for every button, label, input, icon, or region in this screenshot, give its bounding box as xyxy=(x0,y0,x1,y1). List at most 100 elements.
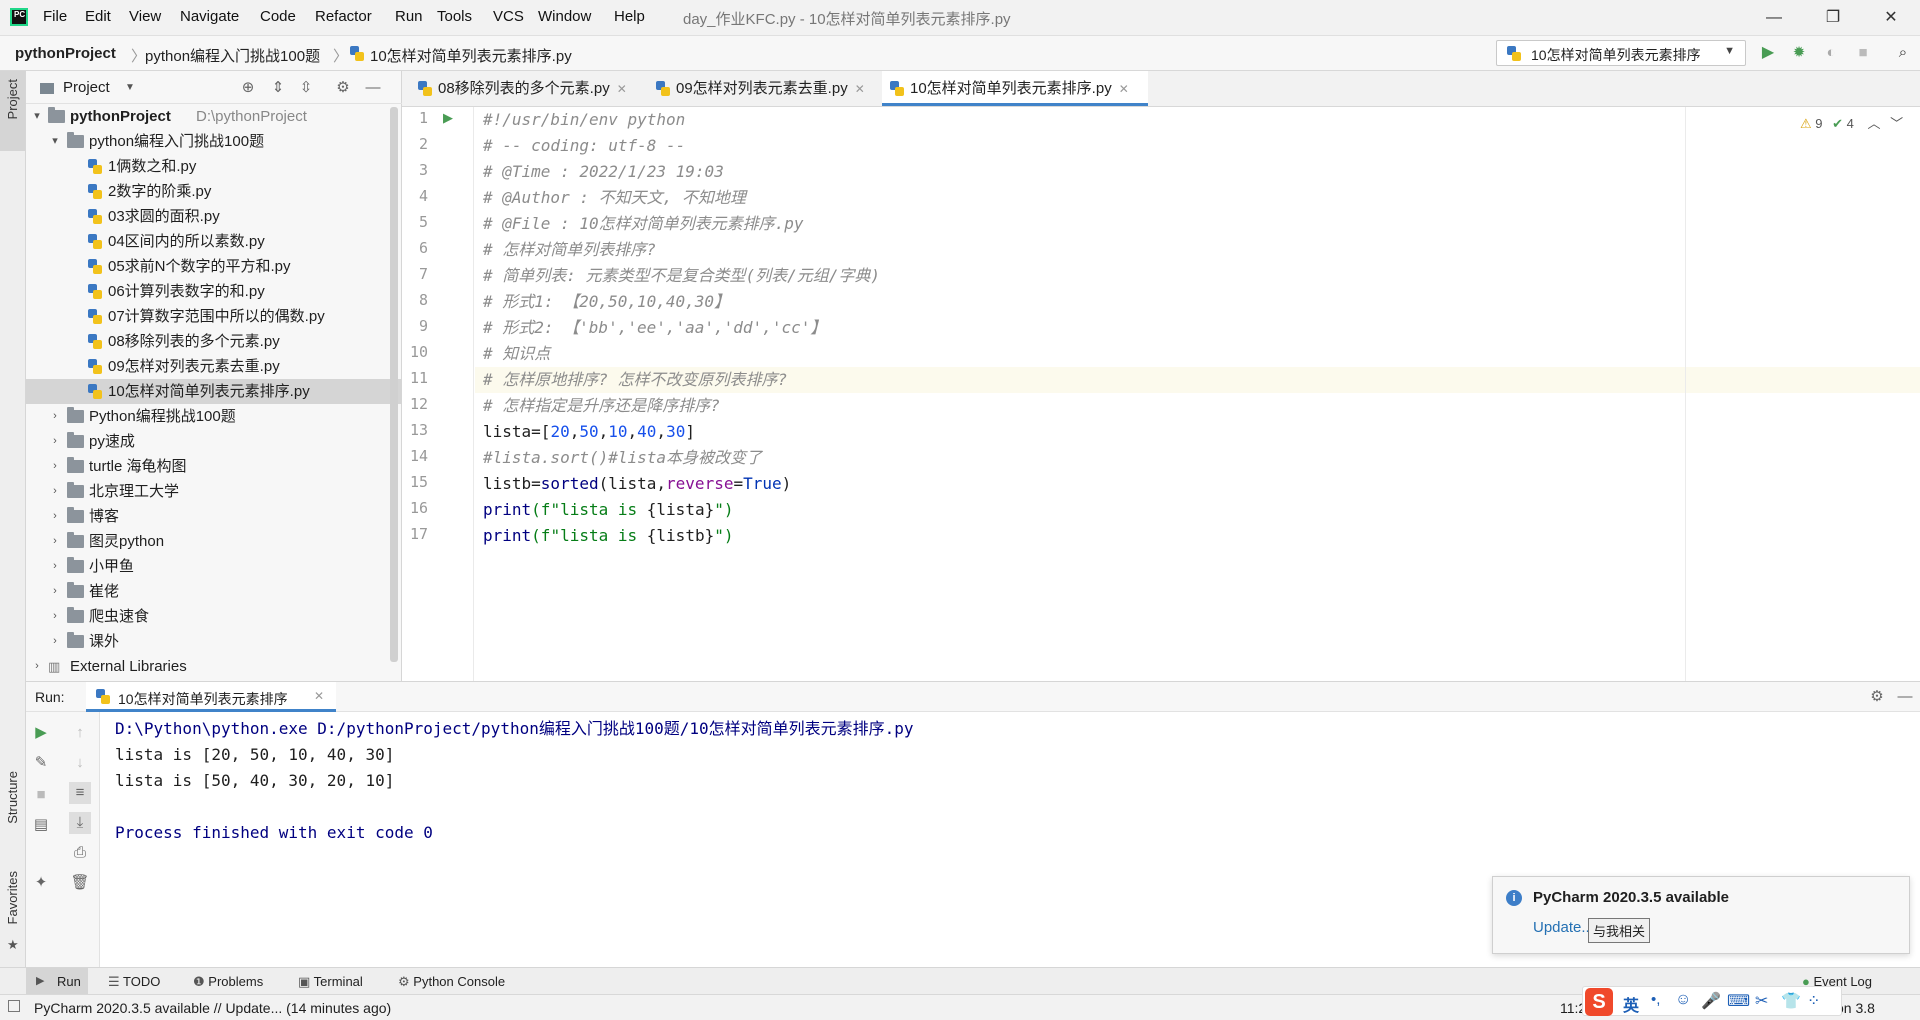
down-arrow-icon[interactable]: ↓ xyxy=(69,752,91,774)
todo-tool-button[interactable]: ☰ TODO xyxy=(108,974,160,990)
chevron-down-icon[interactable]: ▾ xyxy=(48,129,62,154)
close-icon[interactable]: ✕ xyxy=(1868,4,1914,32)
menu-code[interactable]: Code xyxy=(260,8,296,25)
menu-refactor[interactable]: Refactor xyxy=(315,8,372,25)
wrench-icon[interactable]: ✎ xyxy=(30,752,52,774)
collapse-all-icon[interactable]: ⇳ xyxy=(295,77,317,99)
trash-icon[interactable]: 🗑 xyxy=(69,872,91,894)
run-gutter-icon[interactable]: ▶ xyxy=(443,110,453,126)
debug-icon[interactable]: ✹ xyxy=(1788,42,1810,64)
chevron-right-icon[interactable]: › xyxy=(48,429,62,454)
breadcrumb-file[interactable]: 10怎样对简单列表元素排序.py xyxy=(370,45,572,66)
chevron-right-icon[interactable]: › xyxy=(48,404,62,429)
menu-tools[interactable]: Tools xyxy=(437,8,472,25)
chevron-down-icon[interactable]: ▼ xyxy=(125,82,135,93)
print-icon[interactable]: ⎙ xyxy=(69,842,91,864)
search-icon[interactable]: ⌕ xyxy=(1892,42,1914,64)
close-icon[interactable]: ✕ xyxy=(617,82,627,96)
menu-view[interactable]: View xyxy=(129,8,161,25)
menu-run[interactable]: Run xyxy=(395,8,423,25)
inspection-widget[interactable]: ⚠ 9 ✔ 4 ︿ ﹀ xyxy=(1800,113,1903,132)
menu-vcs[interactable]: VCS xyxy=(493,8,524,25)
tree-folder[interactable]: › 博客 xyxy=(26,504,402,529)
update-link[interactable]: Update... xyxy=(1533,919,1594,936)
menu-help[interactable]: Help xyxy=(614,8,645,25)
terminal-tool-button[interactable]: ▣ Terminal xyxy=(298,974,363,990)
tree-file[interactable]: 05求前N个数字的平方和.py xyxy=(26,254,402,279)
chevron-right-icon[interactable]: › xyxy=(48,504,62,529)
chevron-right-icon[interactable]: › xyxy=(48,579,62,604)
menu-edit[interactable]: Edit xyxy=(85,8,111,25)
tree-file[interactable]: 04区间内的所以素数.py xyxy=(26,229,402,254)
chevron-up-icon[interactable]: ︿ xyxy=(1868,116,1881,131)
close-icon[interactable]: ✕ xyxy=(855,82,865,96)
tree-file[interactable]: 08移除列表的多个元素.py xyxy=(26,329,402,354)
layout-icon[interactable]: ▤ xyxy=(30,814,52,836)
hide-panel-icon[interactable]: — xyxy=(362,77,384,99)
coverage-icon[interactable]: ◐ xyxy=(1820,42,1842,64)
punctuation-icon[interactable]: •, xyxy=(1651,991,1660,1008)
tree-file[interactable]: 03求圆的面积.py xyxy=(26,204,402,229)
tools-icon[interactable]: ✂ xyxy=(1755,991,1768,1011)
menu-window[interactable]: Window xyxy=(538,8,591,25)
tree-root[interactable]: ▾ pythonProject D:\pythonProject xyxy=(26,104,402,129)
up-arrow-icon[interactable]: ↑ xyxy=(69,722,91,744)
tree-folder[interactable]: › turtle 海龟构图 xyxy=(26,454,402,479)
grid-icon[interactable]: ⁘ xyxy=(1807,991,1820,1011)
tree-folder[interactable]: › py速成 xyxy=(26,429,402,454)
stop-icon[interactable]: ■ xyxy=(30,784,52,806)
tree-file[interactable]: 07计算数字范围中所以的偶数.py xyxy=(26,304,402,329)
microphone-icon[interactable]: 🎤 xyxy=(1701,991,1721,1011)
chevron-right-icon[interactable]: › xyxy=(48,604,62,629)
rerun-icon[interactable]: ▶ xyxy=(30,722,52,744)
ime-language-toggle[interactable]: 英 xyxy=(1623,992,1639,1016)
chevron-right-icon[interactable]: › xyxy=(48,454,62,479)
minimize-icon[interactable]: — xyxy=(1751,4,1797,32)
close-icon[interactable]: ✕ xyxy=(1119,82,1129,96)
project-tool-tab[interactable]: Project xyxy=(0,71,25,151)
run-tool-button[interactable]: ▶ Run xyxy=(26,968,88,994)
editor-tab[interactable]: 09怎样对列表元素去重.py ✕ xyxy=(648,71,880,106)
favorites-tool-label[interactable]: Favorites xyxy=(5,871,20,924)
scroll-to-end-icon[interactable]: ⤓ xyxy=(69,812,91,834)
tree-folder-open[interactable]: ▾ python编程入门挑战100题 xyxy=(26,129,402,154)
tree-file[interactable]: 1俩数之和.py xyxy=(26,154,402,179)
tree-folder[interactable]: › 课外 xyxy=(26,629,402,654)
hide-panel-icon[interactable]: — xyxy=(1894,686,1916,708)
close-icon[interactable]: ✕ xyxy=(314,689,324,703)
structure-tool-label[interactable]: Structure xyxy=(5,771,20,824)
menu-navigate[interactable]: Navigate xyxy=(180,8,239,25)
sogou-logo-icon[interactable]: S xyxy=(1585,988,1613,1016)
python-console-tool-button[interactable]: ⚙ Python Console xyxy=(398,974,505,990)
emoji-icon[interactable]: ☺ xyxy=(1675,991,1691,1009)
editor-tab[interactable]: 08移除列表的多个元素.py ✕ xyxy=(410,71,642,106)
tree-folder[interactable]: › 爬虫速食 xyxy=(26,604,402,629)
chevron-right-icon[interactable]: › xyxy=(48,479,62,504)
breadcrumb-folder[interactable]: python编程入门挑战100题 xyxy=(145,45,320,66)
chevron-down-icon[interactable]: ▾ xyxy=(30,104,44,129)
run-configuration-select[interactable]: 10怎样对简单列表元素排序 ▼ xyxy=(1496,40,1746,66)
project-scrollbar[interactable] xyxy=(390,107,398,662)
tree-file[interactable]: 06计算列表数字的和.py xyxy=(26,279,402,304)
tree-file[interactable]: 2数字的阶乘.py xyxy=(26,179,402,204)
run-tab[interactable]: 10怎样对简单列表元素排序 ✕ xyxy=(86,682,336,712)
chevron-right-icon[interactable]: › xyxy=(48,554,62,579)
project-view-selector[interactable]: Project xyxy=(63,79,110,96)
tree-folder[interactable]: › 小甲鱼 xyxy=(26,554,402,579)
tree-folder[interactable]: › 图灵python xyxy=(26,529,402,554)
tree-file-selected[interactable]: 10怎样对简单列表元素排序.py xyxy=(26,379,402,404)
expand-all-icon[interactable]: ⇕ xyxy=(267,77,289,99)
chevron-right-icon[interactable]: › xyxy=(30,654,44,679)
editor-tab-active[interactable]: 10怎样对简单列表元素排序.py ✕ xyxy=(882,71,1148,106)
tree-folder[interactable]: › 北京理工大学 xyxy=(26,479,402,504)
breadcrumb-project[interactable]: pythonProject xyxy=(15,45,116,62)
stop-icon[interactable]: ■ xyxy=(1852,42,1874,64)
tree-folder[interactable]: › 崔佬 xyxy=(26,579,402,604)
status-message[interactable]: PyCharm 2020.3.5 available // Update... … xyxy=(34,1000,391,1016)
run-icon[interactable]: ▶ xyxy=(1757,42,1779,64)
pin-icon[interactable]: ✦ xyxy=(30,872,52,894)
keyboard-icon[interactable]: ⌨ xyxy=(1727,991,1750,1011)
gear-icon[interactable]: ⚙ xyxy=(332,77,354,99)
tree-file[interactable]: 09怎样对列表元素去重.py xyxy=(26,354,402,379)
tree-folder[interactable]: › Python编程挑战100题 xyxy=(26,404,402,429)
